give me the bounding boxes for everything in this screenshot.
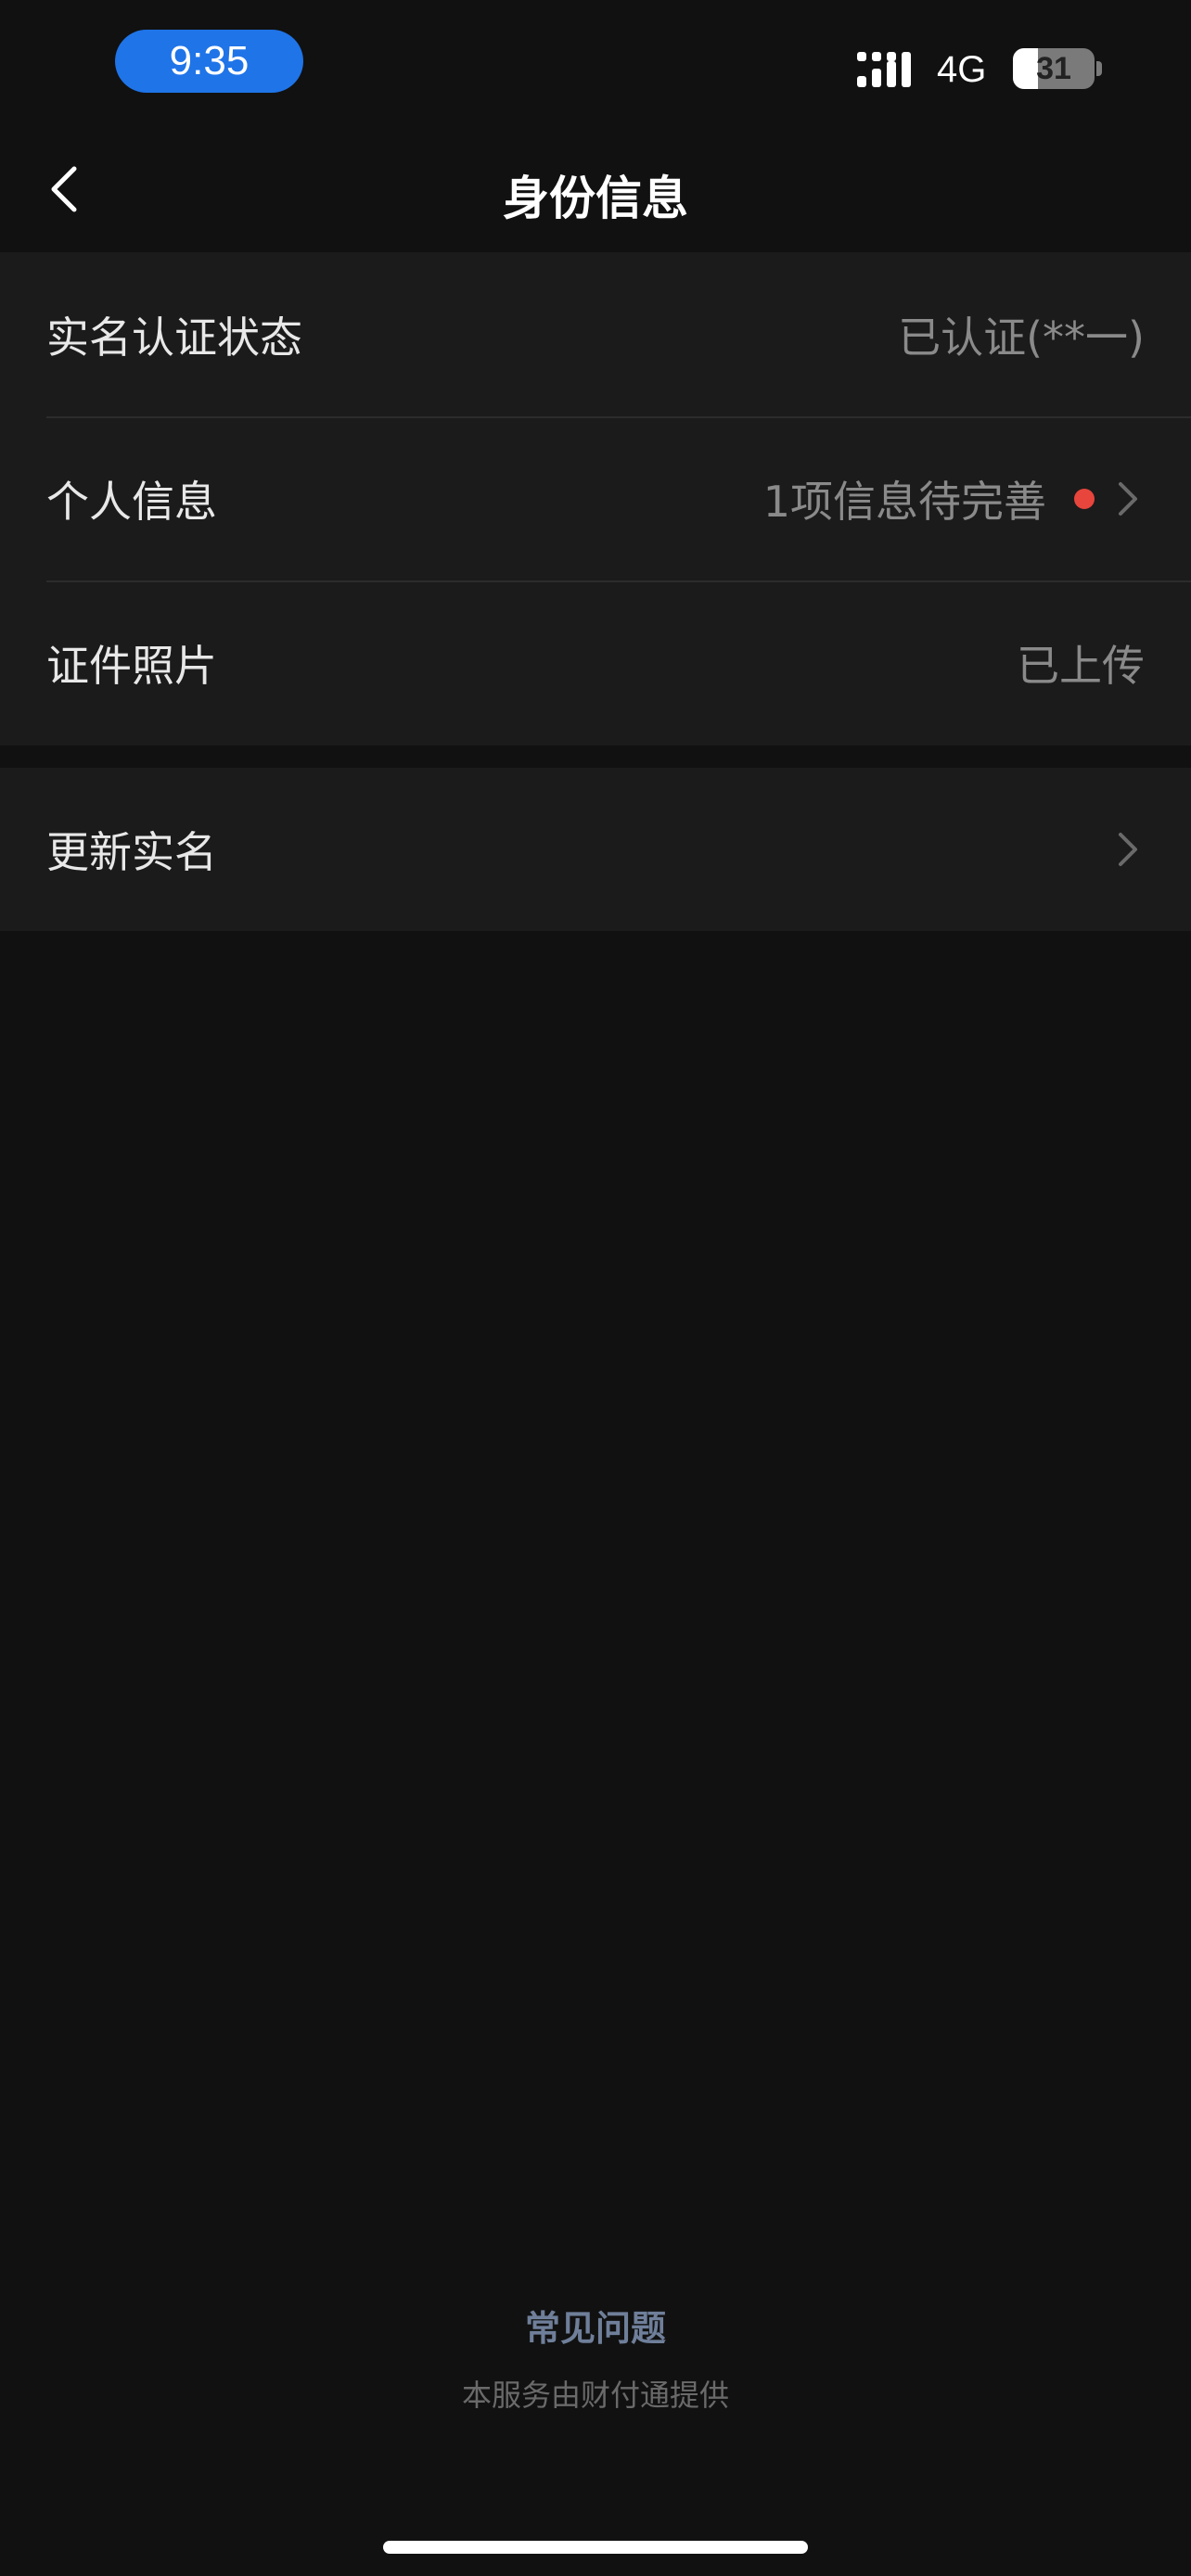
row-value-container [1095,827,1145,872]
row-update-real-name[interactable]: 更新实名 [0,768,1191,931]
row-value-container: 已上传 [1017,632,1145,694]
nav-bar: 身份信息 [0,130,1191,252]
home-indicator[interactable] [383,2541,808,2554]
alert-dot-icon [1074,488,1095,509]
identity-info-group: 实名认证状态 已认证(**一) 个人信息 1项信息待完善 证件照片 已上传 [0,252,1191,746]
faq-link[interactable]: 常见问题 [0,2300,1191,2351]
page-title: 身份信息 [503,172,688,225]
row-label: 个人信息 [46,476,217,527]
row-verification-status: 实名认证状态 已认证(**一) [0,252,1191,416]
row-value-container: 已认证(**一) [898,304,1145,365]
status-bar: 9:35 4G 31 [0,0,1191,130]
verification-status-value: 已认证(**一) [898,312,1145,363]
signal-icon [857,52,911,87]
row-label: 更新实名 [46,827,217,877]
battery-level: 31 [1036,50,1071,86]
row-label: 实名认证状态 [46,312,302,363]
battery-tip [1096,61,1102,76]
network-type: 4G [937,49,987,90]
row-personal-info[interactable]: 个人信息 1项信息待完善 [0,416,1191,580]
chevron-right-icon [1119,833,1137,866]
personal-info-value: 1项信息待完善 [762,476,1046,527]
provider-note: 本服务由财付通提供 [461,2378,729,2413]
id-photo-value: 已上传 [1017,640,1145,691]
battery-icon: 31 [1013,48,1095,89]
status-time: 9:35 [115,30,303,93]
update-group: 更新实名 [0,768,1191,931]
row-value-container: 1项信息待完善 [763,468,1145,529]
row-id-photo: 证件照片 已上传 [0,580,1191,745]
chevron-right-icon [1119,481,1137,516]
row-label: 证件照片 [46,640,217,691]
